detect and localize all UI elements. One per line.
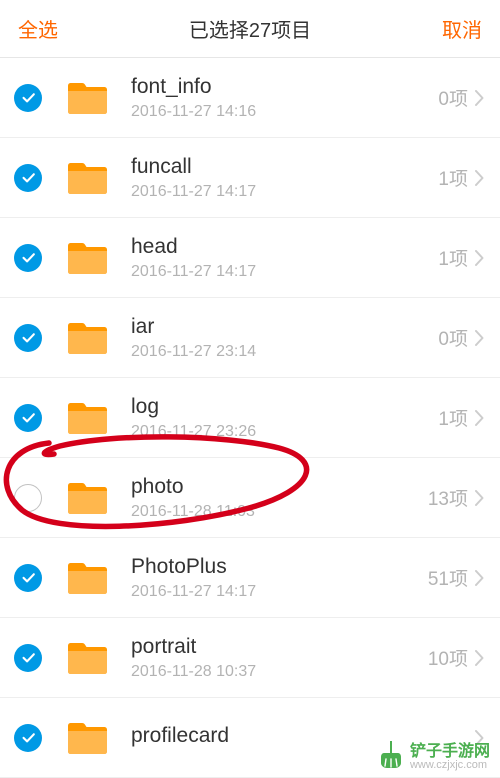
item-count: 1项 [438,404,468,431]
chevron-right-icon [474,330,484,346]
checkbox-checked-icon[interactable] [14,724,42,752]
folder-name: portrait [131,634,428,661]
folder-icon [66,560,109,596]
folder-info: PhotoPlus 2016-11-27 14:17 [131,554,428,602]
checkbox-checked-icon[interactable] [14,84,42,112]
folder-icon [66,640,109,676]
folder-name: log [131,394,438,421]
folder-date: 2016-11-27 14:17 [131,183,438,201]
item-count: 1项 [438,244,468,271]
header-bar: 全选 已选择27项目 取消 [0,0,500,58]
header-title: 已选择27项目 [189,14,311,43]
chevron-right-icon [474,170,484,186]
folder-date: 2016-11-27 14:17 [131,263,438,281]
folder-name: iar [131,314,438,341]
chevron-right-icon [474,490,484,506]
folder-date: 2016-11-27 23:26 [131,423,438,441]
item-count: 13项 [428,484,468,511]
checkbox-checked-icon[interactable] [14,564,42,592]
folder-icon [66,240,109,276]
folder-name: font_info [131,74,438,101]
folder-row[interactable]: portrait 2016-11-28 10:3710项 [0,618,500,698]
folder-date: 2016-11-28 11:03 [131,503,428,521]
folder-icon [66,160,109,196]
folder-info: font_info 2016-11-27 14:16 [131,74,438,122]
folder-info: funcall 2016-11-27 14:17 [131,154,438,202]
cancel-button[interactable]: 取消 [442,14,482,43]
folder-date: 2016-11-27 23:14 [131,343,438,361]
chevron-right-icon [474,90,484,106]
folder-icon [66,320,109,356]
folder-icon [66,480,109,516]
folder-info: portrait 2016-11-28 10:37 [131,634,428,682]
folder-icon [66,400,109,436]
folder-row[interactable]: photo 2016-11-28 11:0313项 [0,458,500,538]
folder-row[interactable]: funcall 2016-11-27 14:171项 [0,138,500,218]
chevron-right-icon [474,650,484,666]
folder-info: log 2016-11-27 23:26 [131,394,438,442]
item-count: 10项 [428,644,468,671]
watermark: 铲子手游网 www.czjxjc.com [378,737,490,771]
item-count: 51项 [428,564,468,591]
chevron-right-icon [474,570,484,586]
folder-name: funcall [131,154,438,181]
folder-date: 2016-11-27 14:16 [131,103,438,121]
folder-name: PhotoPlus [131,554,428,581]
folder-row[interactable]: iar 2016-11-27 23:140项 [0,298,500,378]
watermark-url: www.czjxjc.com [410,759,487,771]
item-count: 1项 [438,164,468,191]
chevron-right-icon [474,250,484,266]
folder-row[interactable]: head 2016-11-27 14:171项 [0,218,500,298]
checkbox-checked-icon[interactable] [14,404,42,432]
checkbox-unchecked-icon[interactable] [14,484,42,512]
checkbox-checked-icon[interactable] [14,644,42,672]
folder-name: head [131,234,438,261]
item-count: 0项 [438,84,468,111]
checkbox-checked-icon[interactable] [14,164,42,192]
watermark-text: 铲子手游网 [410,737,490,761]
folder-row[interactable]: log 2016-11-27 23:261项 [0,378,500,458]
chevron-right-icon [474,410,484,426]
checkbox-checked-icon[interactable] [14,244,42,272]
folder-info: head 2016-11-27 14:17 [131,234,438,282]
folder-list: font_info2016-11-27 14:160项 funcall2016-… [0,58,500,778]
shovel-icon [378,739,404,769]
item-count: 0项 [438,324,468,351]
folder-icon [66,720,109,756]
folder-row[interactable]: font_info 2016-11-27 14:160项 [0,58,500,138]
folder-date: 2016-11-28 10:37 [131,663,428,681]
folder-date: 2016-11-27 14:17 [131,583,428,601]
folder-info: photo 2016-11-28 11:03 [131,474,428,522]
folder-row[interactable]: PhotoPlus 2016-11-27 14:1751项 [0,538,500,618]
checkbox-checked-icon[interactable] [14,324,42,352]
folder-info: iar 2016-11-27 23:14 [131,314,438,362]
folder-name: photo [131,474,428,501]
select-all-button[interactable]: 全选 [18,14,58,43]
folder-icon [66,80,109,116]
